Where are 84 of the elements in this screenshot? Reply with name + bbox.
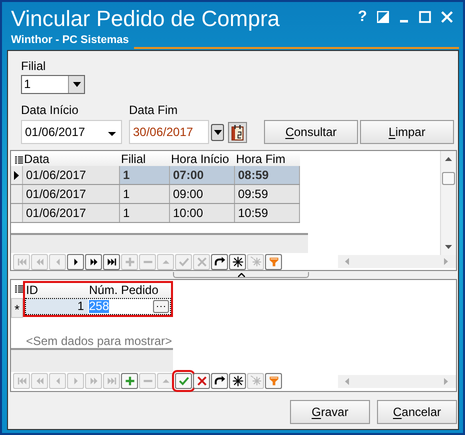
navigator-button[interactable] (85, 254, 102, 270)
caret-icon (108, 132, 116, 136)
column-chooser-icon[interactable] (15, 285, 23, 294)
column-header[interactable]: Hora Início (170, 152, 235, 166)
horizontal-scrollbar[interactable] (338, 375, 456, 388)
scroll-up-icon[interactable] (445, 157, 452, 161)
scroll-left-icon[interactable] (345, 258, 349, 265)
column-header[interactable]: Data (23, 152, 120, 166)
navigator-button[interactable] (211, 254, 228, 270)
new-row-indicator: * (11, 298, 23, 318)
plus-icon (124, 256, 136, 268)
asterisk-icon (232, 375, 244, 387)
table-cell: 08:59 (235, 166, 300, 184)
scroll-thumb[interactable] (442, 172, 455, 185)
help-button[interactable]: ? (358, 9, 367, 25)
action-button[interactable]: Limpar (360, 120, 454, 144)
cross-icon (196, 256, 208, 268)
window-subtitle: Winthor - PC Sistemas (11, 34, 129, 46)
last-record-icon (106, 256, 118, 268)
vertical-scrollbar[interactable] (440, 151, 456, 255)
window-title: Vincular Pedido de Compra (11, 5, 280, 33)
caret-icon (72, 82, 80, 87)
navigator-button[interactable] (229, 254, 246, 270)
last-record-icon (106, 375, 118, 387)
asterisk-icon (250, 375, 262, 387)
scroll-left-icon[interactable] (345, 378, 349, 385)
asterisk-icon (250, 256, 262, 268)
close-icon[interactable] (441, 11, 453, 23)
double-right-icon (88, 256, 100, 268)
column-chooser-icon[interactable] (15, 156, 23, 165)
asterisk-icon (232, 256, 244, 268)
plus-icon (124, 375, 136, 387)
action-button[interactable]: Consultar (264, 120, 358, 144)
funnel-icon (268, 256, 280, 268)
horizontal-scrollbar[interactable] (338, 255, 456, 268)
column-header[interactable]: Hora Fim (235, 152, 300, 166)
dropdown-button[interactable] (211, 124, 224, 141)
maximize-icon[interactable] (419, 11, 431, 23)
toggle-icon[interactable] (377, 11, 389, 23)
data-fim-field[interactable]: 30/06/2017 (129, 120, 209, 144)
column-header[interactable]: Núm. Pedido (88, 283, 171, 298)
navigator-button[interactable] (103, 254, 120, 270)
table-cell: 1 (120, 166, 170, 184)
checkmark-icon (178, 375, 190, 387)
scroll-right-icon[interactable] (444, 378, 448, 385)
table-cell: 1 (120, 204, 170, 222)
table-cell: 01/06/2017 (23, 204, 120, 222)
action-button[interactable]: Cancelar (377, 400, 457, 424)
funnel-icon (268, 375, 280, 387)
double-right-icon (88, 375, 100, 387)
filial-dropdown[interactable]: 1 (21, 75, 85, 94)
scroll-down-icon[interactable] (445, 245, 452, 249)
table-cell: 10:59 (235, 204, 300, 222)
table-cell: 1 (120, 185, 170, 203)
table-cell: 09:00 (170, 185, 235, 203)
column-header[interactable]: Filial (120, 152, 170, 166)
splitter-handle[interactable] (173, 272, 309, 278)
navigator-button[interactable] (229, 373, 246, 389)
table-cell: 07:00 (170, 166, 235, 184)
redo-arrow-icon (214, 375, 226, 387)
caret-icon (214, 130, 222, 135)
calendar-button[interactable] (228, 122, 247, 143)
first-record-icon (16, 375, 28, 387)
data-inicio-field[interactable]: 01/06/2017 (21, 120, 122, 144)
navigator-button[interactable] (67, 254, 84, 270)
cross-icon (196, 375, 208, 387)
filial-label: Filial (21, 58, 46, 75)
redo-arrow-icon (214, 256, 226, 268)
table-cell: 01/06/2017 (23, 185, 120, 203)
table-cell: 09:59 (235, 185, 300, 203)
table-cell: 01/06/2017 (23, 166, 120, 184)
empty-grid-message: <Sem dados para mostrar> (25, 333, 173, 350)
column-header[interactable]: ID (25, 283, 88, 298)
navigator-button[interactable] (211, 373, 228, 389)
table-cell: 10:00 (170, 204, 235, 222)
row-indicator[interactable] (11, 166, 23, 184)
scroll-right-icon[interactable] (444, 258, 448, 265)
action-button[interactable]: Gravar (290, 400, 370, 424)
first-record-icon (16, 256, 28, 268)
data-inicio-label: Data Início (21, 102, 78, 119)
checkmark-icon (178, 256, 190, 268)
caret-up-icon (238, 272, 244, 276)
data-fim-label: Data Fim (129, 102, 178, 119)
calendar-icon (231, 124, 244, 140)
